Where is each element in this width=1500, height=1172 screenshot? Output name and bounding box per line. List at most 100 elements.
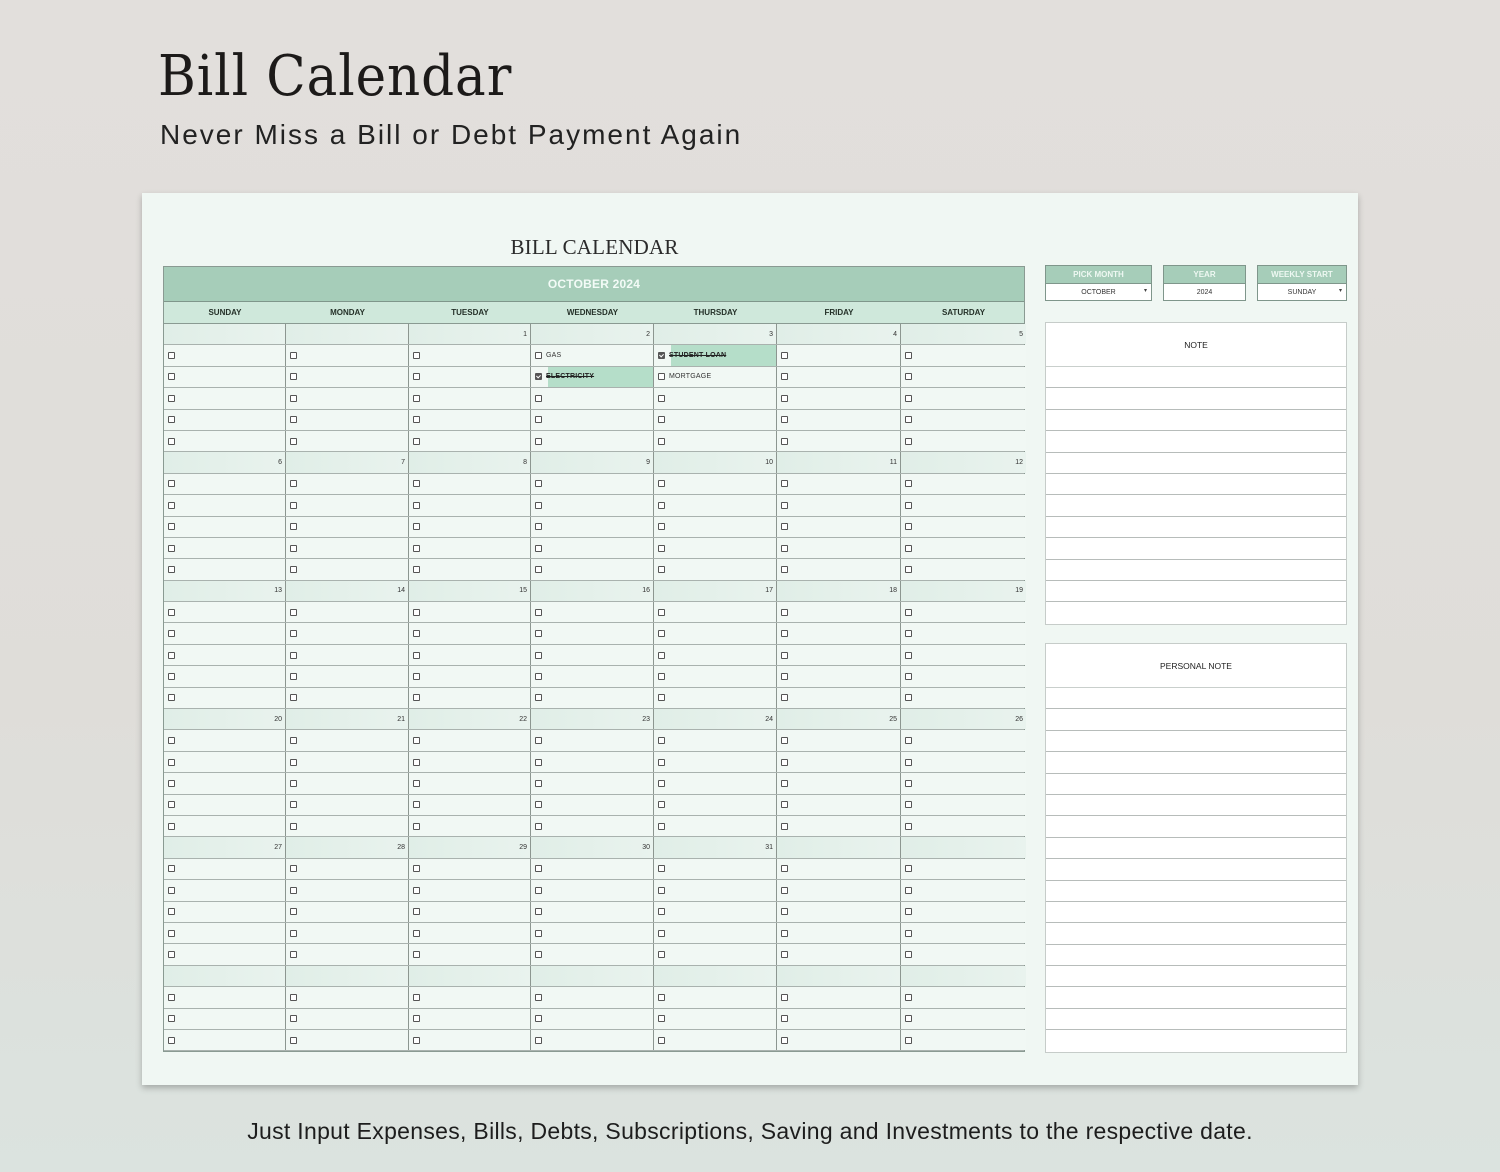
pick-month-control[interactable]: PICK MONTH OCTOBER ▾ (1045, 265, 1152, 301)
checkbox[interactable] (905, 779, 912, 787)
bill-cell[interactable] (286, 623, 409, 644)
bill-cell[interactable] (901, 345, 1026, 366)
checkbox[interactable] (781, 672, 788, 680)
bill-cell[interactable] (654, 815, 777, 837)
bill-cell[interactable] (409, 815, 531, 837)
personal-note-line[interactable] (1046, 1009, 1346, 1031)
bill-cell[interactable] (409, 794, 531, 815)
bill-cell[interactable] (901, 987, 1026, 1008)
bill-cell[interactable] (409, 516, 531, 537)
bill-cell[interactable] (409, 559, 531, 580)
bill-cell[interactable] (654, 987, 777, 1008)
personal-note-line[interactable] (1046, 752, 1346, 774)
checkbox[interactable] (905, 651, 912, 659)
checkbox[interactable] (781, 373, 788, 381)
bill-cell[interactable] (409, 730, 531, 751)
bill-cell[interactable] (409, 644, 531, 666)
bill-cell[interactable] (286, 1008, 409, 1029)
checkbox[interactable] (658, 822, 665, 830)
bill-cell[interactable] (286, 473, 409, 495)
personal-note-line[interactable] (1046, 709, 1346, 731)
checkbox[interactable] (168, 779, 175, 787)
bill-cell[interactable] (164, 944, 286, 965)
checkbox[interactable] (535, 565, 542, 573)
bill-cell[interactable] (901, 516, 1026, 537)
bill-cell[interactable] (901, 901, 1026, 922)
bill-cell[interactable] (654, 858, 777, 880)
note-line[interactable] (1046, 388, 1346, 410)
checkbox[interactable] (535, 523, 542, 531)
bill-cell[interactable] (777, 773, 901, 794)
bill-cell[interactable] (901, 687, 1026, 709)
note-line[interactable] (1046, 495, 1346, 517)
checkbox[interactable] (290, 993, 297, 1001)
checkbox[interactable] (905, 865, 912, 873)
checkbox[interactable] (168, 523, 175, 531)
bill-cell[interactable] (777, 559, 901, 580)
checkbox[interactable] (658, 373, 665, 381)
bill-cell[interactable] (777, 880, 901, 901)
checkbox[interactable] (658, 737, 665, 745)
bill-cell[interactable] (164, 495, 286, 516)
checkbox[interactable] (781, 951, 788, 959)
checkbox[interactable] (905, 993, 912, 1001)
bill-label[interactable]: MORTGAGE (669, 373, 711, 380)
checkbox[interactable] (535, 1036, 542, 1044)
checkbox[interactable] (290, 394, 297, 402)
checkbox[interactable] (781, 416, 788, 424)
bill-cell[interactable] (777, 430, 901, 452)
bill-cell[interactable] (531, 751, 654, 773)
bill-cell[interactable] (164, 559, 286, 580)
checkbox[interactable] (290, 672, 297, 680)
bill-cell[interactable] (531, 623, 654, 644)
bill-cell[interactable] (531, 815, 654, 837)
checkbox[interactable] (535, 886, 542, 894)
checkbox[interactable] (781, 501, 788, 509)
bill-cell[interactable] (409, 773, 531, 794)
bill-cell[interactable] (409, 430, 531, 452)
bill-cell[interactable] (286, 901, 409, 922)
bill-label[interactable]: GAS (546, 352, 561, 359)
checkbox[interactable] (905, 501, 912, 509)
checkbox[interactable] (905, 437, 912, 445)
year-input[interactable]: 2024 (1164, 284, 1245, 300)
bill-cell[interactable] (164, 644, 286, 666)
checkbox[interactable] (413, 651, 420, 659)
bill-cell[interactable] (531, 858, 654, 880)
checkbox[interactable] (413, 608, 420, 616)
bill-cell[interactable] (409, 366, 531, 388)
checkbox[interactable] (905, 929, 912, 937)
bill-cell[interactable] (286, 858, 409, 880)
bill-cell[interactable] (164, 815, 286, 837)
checkbox[interactable] (905, 1036, 912, 1044)
bill-cell[interactable] (777, 1029, 901, 1051)
checkbox[interactable] (535, 737, 542, 745)
bill-cell[interactable] (531, 388, 654, 409)
bill-cell[interactable] (409, 987, 531, 1008)
pick-month-select[interactable]: OCTOBER ▾ (1046, 284, 1151, 300)
bill-cell[interactable] (901, 623, 1026, 644)
note-line[interactable] (1046, 453, 1346, 474)
bill-cell[interactable] (531, 602, 654, 623)
bill-cell[interactable] (164, 751, 286, 773)
checkbox[interactable] (535, 951, 542, 959)
bill-cell[interactable] (531, 922, 654, 944)
checkbox[interactable] (781, 929, 788, 937)
bill-cell[interactable] (777, 944, 901, 965)
bill-cell[interactable] (777, 666, 901, 687)
checkbox[interactable] (413, 544, 420, 552)
checkbox[interactable] (168, 565, 175, 573)
bill-cell[interactable] (531, 794, 654, 815)
checkbox[interactable] (290, 373, 297, 381)
checkbox[interactable] (290, 929, 297, 937)
checkbox[interactable] (168, 544, 175, 552)
checkbox[interactable] (658, 801, 665, 809)
bill-cell[interactable] (286, 687, 409, 709)
checkbox[interactable] (413, 672, 420, 680)
bill-cell[interactable] (164, 409, 286, 430)
personal-note-line[interactable] (1046, 816, 1346, 838)
checkbox[interactable] (168, 501, 175, 509)
bill-cell[interactable] (901, 1029, 1026, 1051)
bill-cell[interactable] (654, 559, 777, 580)
checkbox[interactable] (658, 694, 665, 702)
